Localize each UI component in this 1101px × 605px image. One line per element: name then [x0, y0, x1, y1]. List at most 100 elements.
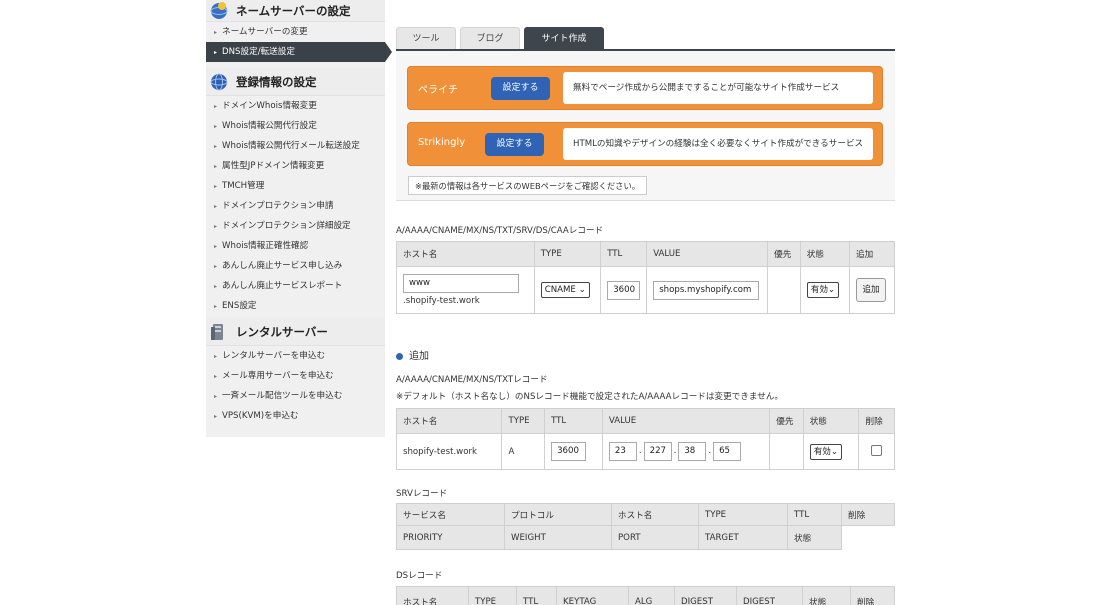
sidebar-item-label: Whois情報正確性確認	[222, 241, 309, 251]
ds-record-title: DSレコード	[396, 571, 443, 581]
col-priority: 優先	[767, 241, 801, 267]
srv-record-title: SRVレコード	[396, 489, 448, 499]
service-description: HTMLの知識やデザインの経験は全く必要なくサイト作成ができるサービス	[563, 128, 873, 160]
col-value: VALUE	[646, 241, 769, 267]
section-title: レンタルサーバー	[236, 324, 328, 339]
add-record-button[interactable]: 追加	[856, 278, 887, 302]
tab-tools[interactable]: ツール	[396, 27, 456, 50]
sidebar-item-label: あんしん廃止サービス申し込み	[222, 261, 343, 271]
delete-checkbox[interactable]	[871, 444, 883, 456]
sidebar-item-domain-protection[interactable]: ▸ ドメインプロテクション申請	[206, 196, 385, 216]
ip-separator: .	[708, 446, 712, 456]
chevron-down-icon: ⌄	[830, 446, 839, 457]
col-port: PORT	[611, 525, 699, 550]
sidebar-item-label: DNS設定/転送設定	[222, 47, 295, 57]
col-alg: ALG	[628, 586, 675, 605]
col-delete: 削除	[858, 408, 895, 434]
sidebar-item-ens[interactable]: ▸ ENS設定	[206, 296, 385, 316]
col-ttl: TTL	[600, 241, 648, 267]
sidebar-item-whois-proxy[interactable]: ▸ Whois情報公開代行設定	[206, 116, 385, 136]
bullet-icon: ▸	[214, 413, 218, 420]
tab-site-creation[interactable]: サイト作成	[524, 27, 604, 50]
col-type: TYPE	[468, 586, 517, 605]
sidebar-item-label: TMCH管理	[222, 181, 265, 191]
col-target: TARGET	[698, 525, 788, 550]
ip-octet-input[interactable]: 38	[678, 442, 707, 461]
col-keytag: KEYTAG	[556, 586, 629, 605]
sidebar-item-mail-server[interactable]: ▸ メール専用サーバーを申込む	[206, 366, 385, 386]
tab-blog[interactable]: ブログ	[460, 27, 520, 50]
sidebar-item-anshin-apply[interactable]: ▸ あんしん廃止サービス申し込み	[206, 256, 385, 276]
sidebar-item-vps[interactable]: ▸ VPS(KVM)を申込む	[206, 406, 385, 426]
ttl-input[interactable]: 3600	[551, 442, 587, 461]
col-digest-type: DIGEST	[674, 586, 737, 605]
add-record-title: A/AAAA/CNAME/MX/NS/TXT/SRV/DS/CAAレコード	[396, 226, 604, 236]
sidebar-item-label: ドメインプロテクション申請	[222, 201, 334, 211]
type-select[interactable]: CNAME ⌄	[540, 282, 590, 298]
col-service: サービス名	[396, 503, 505, 526]
add-record-table: ホスト名 TYPE TTL VALUE 優先 状態 追加 www .shopif…	[396, 241, 895, 314]
sidebar-item-whois-mail-forward[interactable]: ▸ Whois情報公開代行メール転送設定	[206, 136, 385, 156]
sidebar-item-rental-server[interactable]: ▸ レンタルサーバーを申込む	[206, 346, 385, 366]
sidebar-item-label: Whois情報公開代行設定	[222, 121, 317, 131]
ip-octet-input[interactable]: 23	[608, 442, 637, 461]
col-value: VALUE	[601, 408, 771, 434]
sidebar-item-tmch[interactable]: ▸ TMCH管理	[206, 176, 385, 196]
bullet-icon: ▸	[214, 123, 218, 130]
ip-cell: 23. 227. 38. 65	[601, 433, 771, 470]
service-notice: ※最新の情報は各サービスのWEBページをご確認ください。	[408, 176, 648, 195]
type-cell: CNAME ⌄	[533, 266, 602, 314]
col-status: 状態	[802, 408, 860, 434]
col-host: ホスト名	[396, 586, 469, 605]
bullet-dot-icon	[396, 352, 403, 360]
peraichi-setup-button[interactable]: 設定する	[491, 77, 550, 100]
ip-separator: .	[673, 446, 677, 456]
added-record-note: ※デフォルト（ホスト名なし）のNSレコード機能で設定されたA/AAAAレコードは…	[396, 392, 783, 402]
section-title: ネームサーバーの設定	[236, 3, 351, 18]
nameserver-globe-icon	[208, 0, 230, 22]
status-select[interactable]: 有効⌄	[806, 282, 840, 298]
sidebar-item-label: メール専用サーバーを申込む	[222, 371, 334, 381]
bullet-icon: ▸	[214, 143, 218, 150]
status-select-value: 有効	[810, 285, 828, 295]
added-heading: 追加	[396, 347, 429, 362]
col-priority: 優先	[769, 408, 804, 434]
service-description: 無料でページ作成から公開まですることが可能なサイト作成サービス	[563, 72, 873, 104]
strikingly-setup-button[interactable]: 設定する	[485, 133, 544, 156]
ds-record-table: ホスト名 TYPE TTL KEYTAG ALG DIGEST DIGEST 状…	[396, 586, 895, 605]
col-ttl: TTL	[787, 503, 842, 526]
service-card-peraichi: ペライチ 設定する 無料でページ作成から公開まですることが可能なサイト作成サービ…	[407, 66, 883, 110]
ttl-input[interactable]: 3600	[607, 280, 641, 300]
priority-cell	[769, 433, 804, 470]
col-status: 状態	[799, 241, 851, 267]
bullet-icon: ▸	[214, 393, 218, 400]
sidebar-item-nameserver-change[interactable]: ▸ ネームサーバーの変更	[206, 22, 385, 42]
sidebar-item-bulk-mail[interactable]: ▸ 一斉メール配信ツールを申込む	[206, 386, 385, 406]
sidebar-item-dns-settings[interactable]: ▸ DNS設定/転送設定	[206, 42, 392, 62]
host-cell: www .shopify-test.work	[396, 266, 535, 314]
ip-octet-input[interactable]: 227	[643, 442, 672, 461]
value-input[interactable]: shops.myshopify.com	[653, 280, 760, 300]
ip-octet-input[interactable]: 65	[713, 442, 742, 461]
sidebar-item-whois-accuracy[interactable]: ▸ Whois情報正確性確認	[206, 236, 385, 256]
value-cell: shops.myshopify.com	[646, 266, 769, 314]
bullet-icon: ▸	[214, 223, 218, 230]
status-select[interactable]: 有効⌄	[809, 443, 843, 460]
sidebar-item-label: Whois情報公開代行メール転送設定	[222, 141, 360, 151]
sidebar-item-label: ENS設定	[222, 301, 257, 311]
col-delete: 削除	[841, 503, 895, 526]
col-protocol: プロトコル	[504, 503, 612, 526]
col-weight: WEIGHT	[504, 525, 612, 550]
service-card-strikingly: Strikingly 設定する HTMLの知識やデザインの経験は全く必要なくサイ…	[407, 122, 883, 166]
col-host: ホスト名	[396, 241, 535, 267]
sidebar-item-whois-change[interactable]: ▸ ドメインWhois情報変更	[206, 96, 385, 116]
col-ttl: TTL	[516, 586, 557, 605]
ttl-cell: 3600	[544, 433, 603, 470]
added-record-table: ホスト名 TYPE TTL VALUE 優先 状態 削除 shopify-tes…	[395, 408, 895, 470]
col-status: 状態	[787, 525, 842, 550]
sidebar-item-anshin-report[interactable]: ▸ あんしん廃止サービスレポート	[206, 276, 385, 296]
sidebar-item-domain-protection-detail[interactable]: ▸ ドメインプロテクション詳細設定	[206, 216, 385, 236]
bullet-icon: ▸	[214, 243, 218, 250]
sidebar-item-jp-domain-info[interactable]: ▸ 属性型JPドメイン情報変更	[206, 156, 385, 176]
host-input[interactable]: www	[403, 274, 519, 293]
